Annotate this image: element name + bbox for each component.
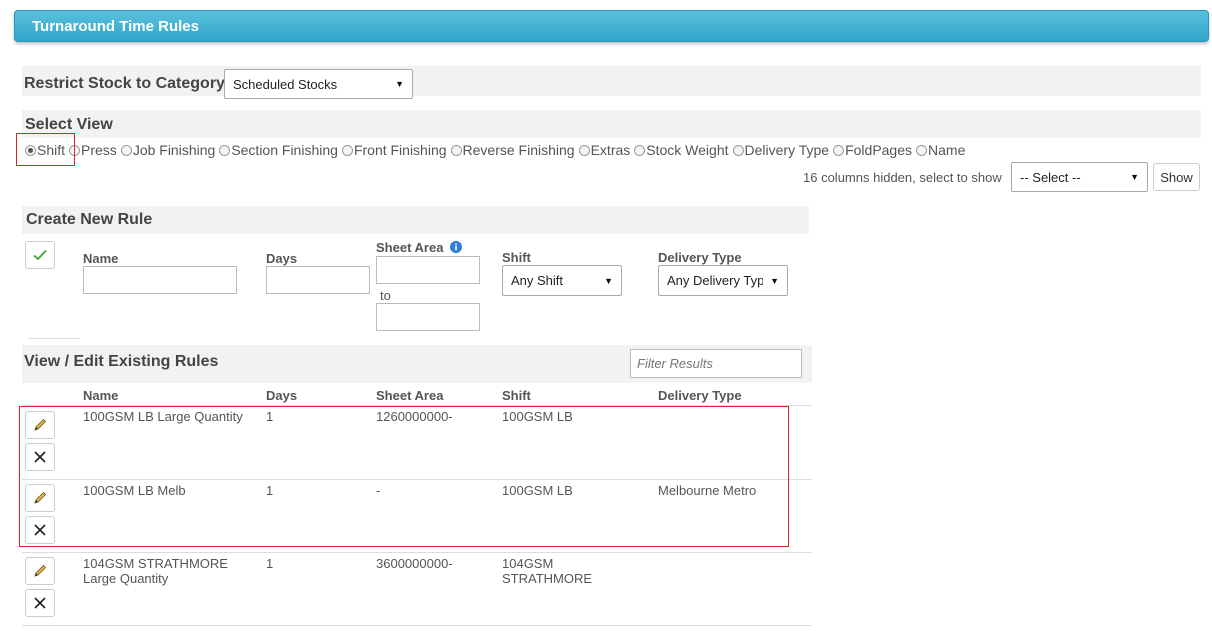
sheet-area-label: Sheet Area <box>376 240 444 255</box>
radio-reverse-finishing[interactable]: Reverse Finishing <box>447 142 575 158</box>
radio-stock-weight[interactable]: Stock Weight <box>630 142 729 158</box>
edit-button[interactable] <box>25 557 55 585</box>
radio-button[interactable] <box>450 144 462 156</box>
days-input[interactable] <box>266 266 370 294</box>
chevron-down-icon: ▼ <box>1130 172 1139 182</box>
columns-hidden-text: 16 columns hidden, select to show <box>803 170 1002 185</box>
divider <box>28 338 80 339</box>
chevron-down-icon: ▼ <box>604 275 613 286</box>
delivery-type-select[interactable]: Any Delivery Typ ▼ <box>658 265 788 296</box>
radio-label: Section Finishing <box>231 142 338 158</box>
header-name: Name <box>83 388 119 403</box>
sheet-area-to-label: to <box>380 288 391 303</box>
header-sheet-area: Sheet Area <box>376 388 444 403</box>
confirm-create-button[interactable] <box>25 241 55 269</box>
radio-label: Stock Weight <box>646 142 729 158</box>
view-radio-group: Shift Press Job Finishing Section Finish… <box>25 142 965 158</box>
radio-button[interactable] <box>120 144 132 156</box>
radio-delivery-type[interactable]: Delivery Type <box>729 142 830 158</box>
stock-category-value: Scheduled Stocks <box>233 76 338 92</box>
chevron-down-icon: ▼ <box>770 275 779 286</box>
close-icon <box>34 597 46 609</box>
radio-foldpages[interactable]: FoldPages <box>829 142 912 158</box>
radio-button[interactable] <box>833 144 845 156</box>
row-divider <box>22 625 812 626</box>
shift-label: Shift <box>502 250 531 265</box>
name-label: Name <box>83 251 119 266</box>
restrict-stock-label: Restrict Stock to Category <box>24 75 225 92</box>
select-view-label: Select View <box>25 116 113 133</box>
row-shift: 104GSM STRATHMORE <box>502 556 593 586</box>
rows-highlight-box <box>19 406 789 547</box>
checkmark-icon <box>33 249 47 261</box>
header-shift: Shift <box>502 388 531 403</box>
radio-extras[interactable]: Extras <box>575 142 631 158</box>
row-days: 1 <box>266 556 274 571</box>
shift-select[interactable]: Any Shift ▼ <box>502 265 622 296</box>
delivery-type-value: Any Delivery Typ <box>667 273 763 288</box>
hidden-columns-value: -- Select -- <box>1020 169 1081 185</box>
row-name: 104GSM STRATHMORE Large Quantity <box>83 556 228 586</box>
create-rule-title: Create New Rule <box>26 211 153 228</box>
show-button[interactable]: Show <box>1153 163 1200 191</box>
radio-button[interactable] <box>578 144 590 156</box>
row-sheet-area: 3600000000- <box>376 556 453 571</box>
filter-results-input[interactable] <box>630 349 802 378</box>
header-delivery-type: Delivery Type <box>658 388 742 403</box>
shift-highlight-box <box>16 133 75 166</box>
delivery-type-label: Delivery Type <box>658 250 742 265</box>
delete-button[interactable] <box>25 589 55 617</box>
radio-button[interactable] <box>916 144 928 156</box>
radio-label: Front Finishing <box>353 142 447 158</box>
radio-label: Reverse Finishing <box>462 142 575 158</box>
pencil-icon <box>34 564 47 577</box>
radio-label: Delivery Type <box>744 142 830 158</box>
existing-rules-title: View / Edit Existing Rules <box>24 353 219 370</box>
radio-label: FoldPages <box>845 142 913 158</box>
radio-button[interactable] <box>732 144 744 156</box>
radio-label: Extras <box>590 142 631 158</box>
shift-select-value: Any Shift <box>511 273 564 288</box>
header-days: Days <box>266 388 298 403</box>
stock-category-select[interactable]: Scheduled Stocks ▼ <box>224 69 413 99</box>
radio-front-finishing[interactable]: Front Finishing <box>338 142 447 158</box>
radio-button[interactable] <box>341 144 353 156</box>
chevron-down-icon: ▼ <box>395 79 404 89</box>
radio-button[interactable] <box>634 144 646 156</box>
radio-section-finishing[interactable]: Section Finishing <box>215 142 338 158</box>
page-title: Turnaround Time Rules <box>32 18 199 35</box>
select-view-band <box>22 110 1201 138</box>
radio-name[interactable]: Name <box>912 142 965 158</box>
radio-label: Press <box>81 142 117 158</box>
page-header-bar: Turnaround Time Rules <box>14 10 1209 42</box>
radio-label: Name <box>928 142 966 158</box>
days-label: Days <box>266 251 298 266</box>
hidden-columns-select[interactable]: -- Select -- ▼ <box>1011 162 1148 192</box>
name-input[interactable] <box>83 266 237 294</box>
info-icon[interactable] <box>450 241 462 253</box>
sheet-area-to-input[interactable] <box>376 303 480 331</box>
radio-label: Job Finishing <box>132 142 216 158</box>
radio-button[interactable] <box>219 144 231 156</box>
radio-job-finishing[interactable]: Job Finishing <box>117 142 216 158</box>
sheet-area-from-input[interactable] <box>376 256 480 284</box>
